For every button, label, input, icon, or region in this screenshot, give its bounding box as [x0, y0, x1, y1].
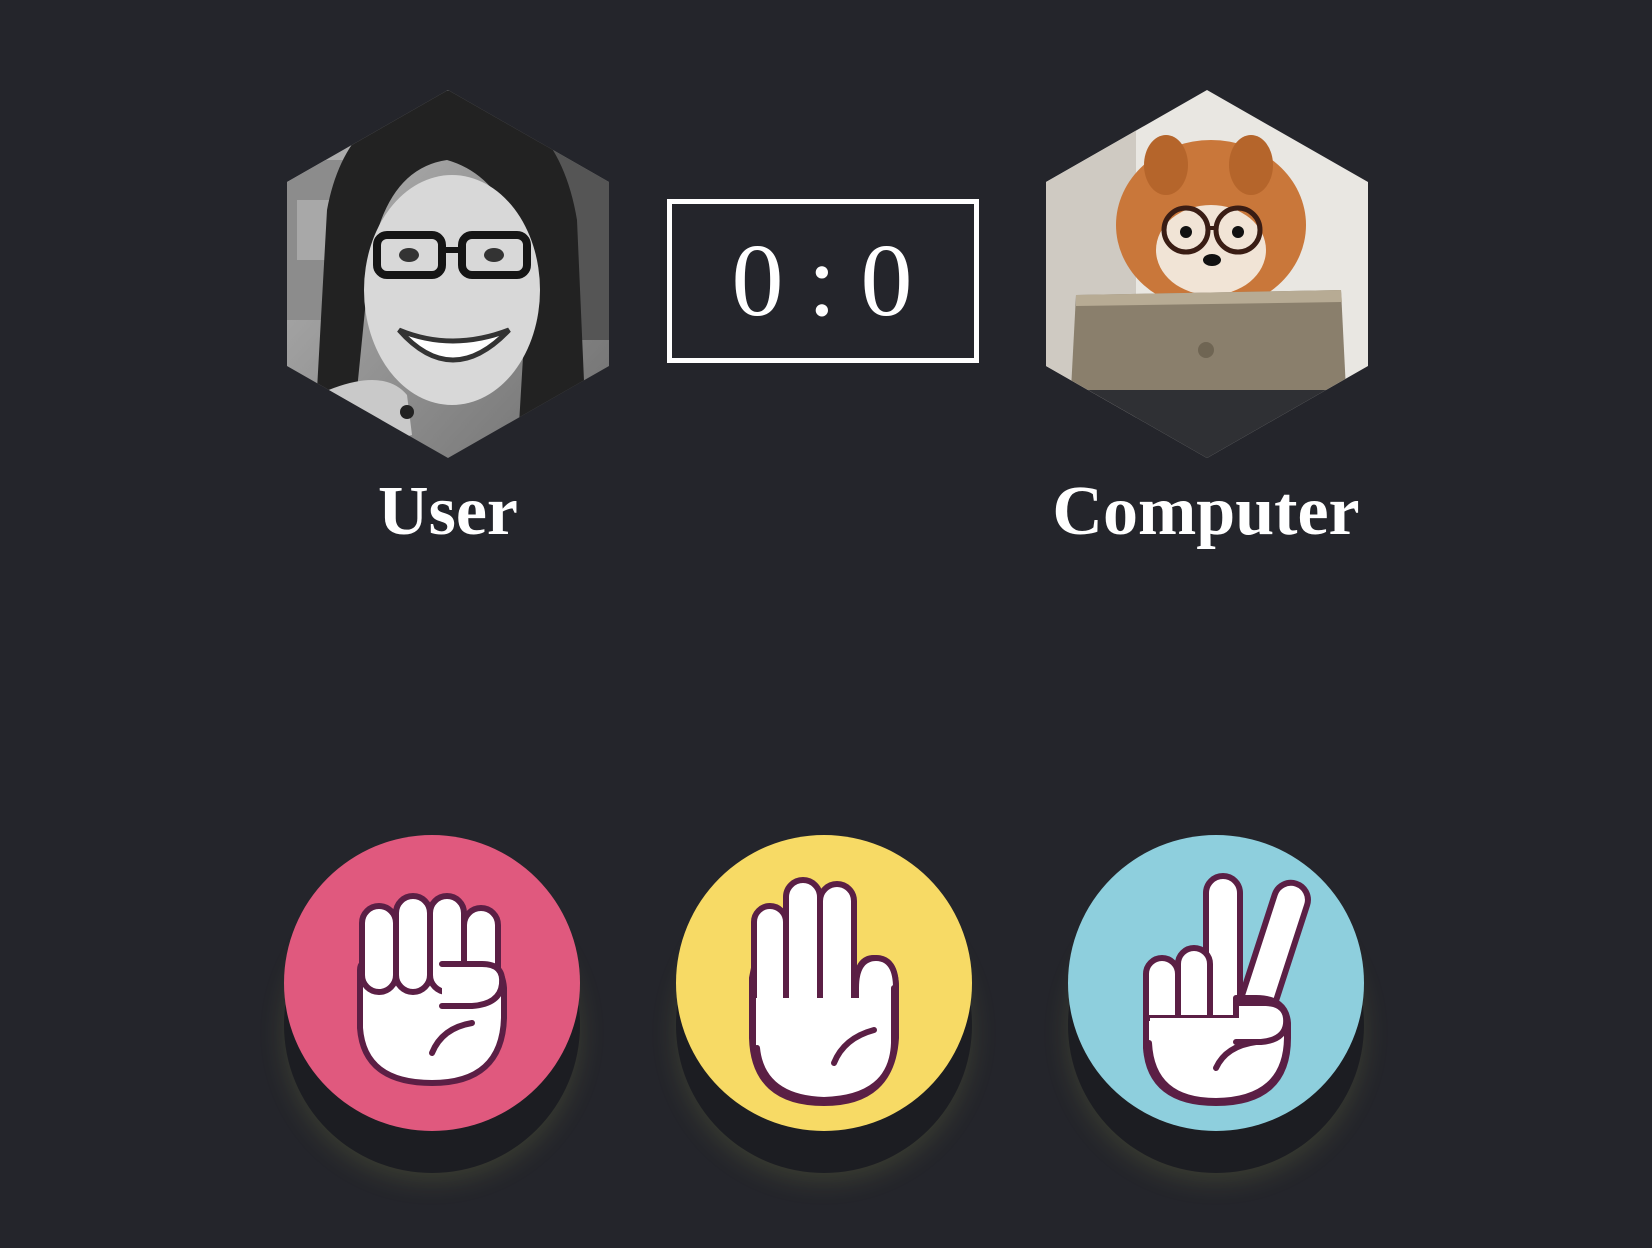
user-score: 0 — [731, 223, 786, 338]
peace-sign-icon — [1143, 873, 1311, 1106]
scissors-button[interactable] — [1068, 835, 1364, 1131]
fist-icon — [357, 893, 507, 1086]
woman-with-glasses-icon — [287, 90, 609, 458]
user-avatar — [287, 90, 609, 458]
computer-avatar — [1046, 90, 1368, 458]
dog-with-glasses-icon — [1046, 90, 1368, 458]
score-separator: : — [807, 223, 839, 338]
computer-name-label: Computer — [1052, 473, 1360, 550]
user-name-label: User — [378, 473, 518, 550]
computer-score: 0 — [860, 223, 915, 338]
paper-button[interactable] — [676, 835, 972, 1131]
scoreboard: 0 : 0 — [667, 199, 979, 363]
rock-button[interactable] — [284, 835, 580, 1131]
open-hand-icon — [749, 877, 899, 1106]
